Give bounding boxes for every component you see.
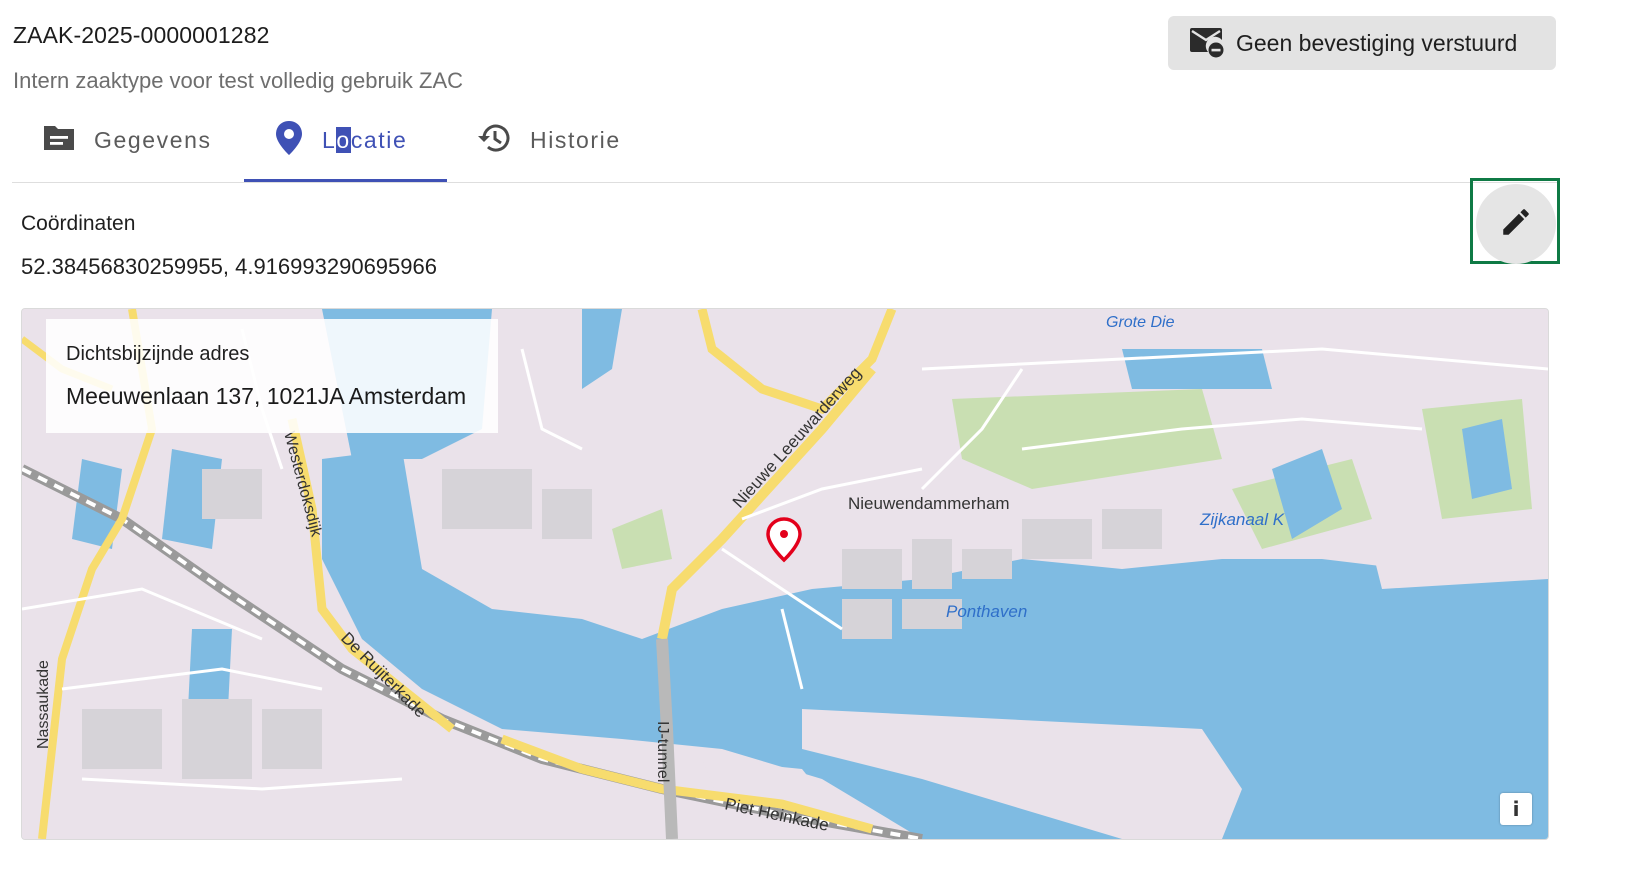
label-nassaukade: Nassaukade: [35, 660, 52, 749]
coordinates-value: 52.38456830259955, 4.916993290695966: [21, 254, 437, 279]
location-map[interactable]: Nieuwe Leeuwarderweg Nieuwendammerham Zi…: [21, 308, 1549, 840]
tab-locatie-label: Locatie: [322, 126, 408, 153]
label-zijkanaal: Zijkanaal K: [1199, 510, 1285, 529]
nearest-address-panel: Dichtsbijzijnde adres Meeuwenlaan 137, 1…: [46, 319, 498, 433]
mail-off-icon: [1188, 24, 1226, 63]
case-type: Intern zaaktype voor test volledig gebru…: [13, 68, 464, 93]
pencil-icon: [1499, 205, 1533, 244]
confirm-button-label: Geen bevestiging verstuurd: [1236, 29, 1518, 56]
location-pin-icon: [274, 120, 304, 161]
description-icon: [42, 123, 76, 158]
tab-bar: Gegevens Locatie Historie: [12, 100, 1560, 183]
label-ponthaven: Ponthaven: [946, 602, 1027, 621]
confirmation-status-button[interactable]: Geen bevestiging verstuurd: [1168, 16, 1556, 70]
history-icon: [476, 121, 512, 160]
tab-historie[interactable]: Historie: [476, 100, 621, 180]
nearest-address-value: Meeuwenlaan 137, 1021JA Amsterdam: [66, 383, 467, 409]
label-nieuwendammerham: Nieuwendammerham: [848, 494, 1010, 513]
label-grote-die: Grote Die: [1106, 314, 1175, 331]
case-id: ZAAK-2025-0000001282: [13, 22, 270, 48]
tab-gegevens-label: Gegevens: [94, 126, 212, 153]
tab-historie-label: Historie: [530, 126, 621, 153]
tab-locatie[interactable]: Locatie: [244, 100, 447, 182]
edit-location-button[interactable]: [1476, 184, 1556, 264]
nearest-address-label: Dichtsbijzijnde adres: [66, 343, 250, 365]
map-attribution-info-button[interactable]: i: [1500, 793, 1532, 825]
coordinates-label: Coördinaten: [21, 212, 136, 235]
label-ij-tunnel: IJ-tunnel: [654, 721, 671, 782]
tab-gegevens[interactable]: Gegevens: [42, 100, 212, 180]
